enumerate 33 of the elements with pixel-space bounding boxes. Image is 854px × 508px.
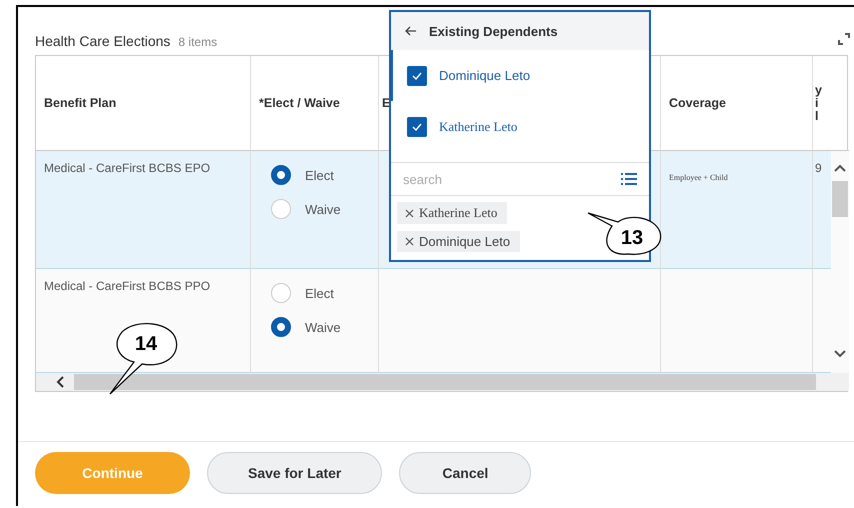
selected-chip[interactable]: Dominique Leto [397,231,520,252]
radio-label: Elect [305,168,334,182]
checkbox[interactable] [407,66,427,86]
scrollbar-thumb[interactable] [74,374,816,390]
scrollbar-thumb[interactable] [832,181,848,217]
secondary-button[interactable]: Cancel [399,452,532,494]
list-icon[interactable] [621,173,637,185]
checkmark-icon [412,122,422,130]
expand-icon[interactable] [838,33,850,45]
item-count: 8 items [178,35,218,49]
remove-icon[interactable] [405,208,414,218]
secondary-button[interactable]: Save for Later [207,452,382,494]
radio-button[interactable] [271,165,291,185]
selected-chip[interactable]: Katherine Leto [397,202,508,224]
scroll-down-icon[interactable] [833,349,847,359]
scroll-up-icon[interactable] [833,163,847,173]
search-field[interactable]: search [401,170,621,188]
dependent-option[interactable]: Dominique Leto [389,50,649,101]
radio-button[interactable] [271,317,291,337]
radio-label: Waive [305,202,341,216]
remove-icon[interactable] [405,237,414,246]
scroll-left-icon[interactable] [56,376,66,388]
checkbox[interactable] [407,116,427,136]
radio-label: Waive [305,320,341,334]
panel-title: Health Care Elections [35,33,170,49]
table-cell: Employee + Child [661,151,813,269]
dependent-option[interactable]: Katherine Leto [389,101,649,152]
table-cell: Medical - CareFirst BCBS EPO [36,151,251,269]
checkmark-icon [412,72,422,80]
back-arrow-icon[interactable] [405,26,417,36]
dropdown-title: Existing Dependents [429,24,558,38]
radio-label: Elect [305,286,334,300]
table-cell: 9 [813,151,831,269]
